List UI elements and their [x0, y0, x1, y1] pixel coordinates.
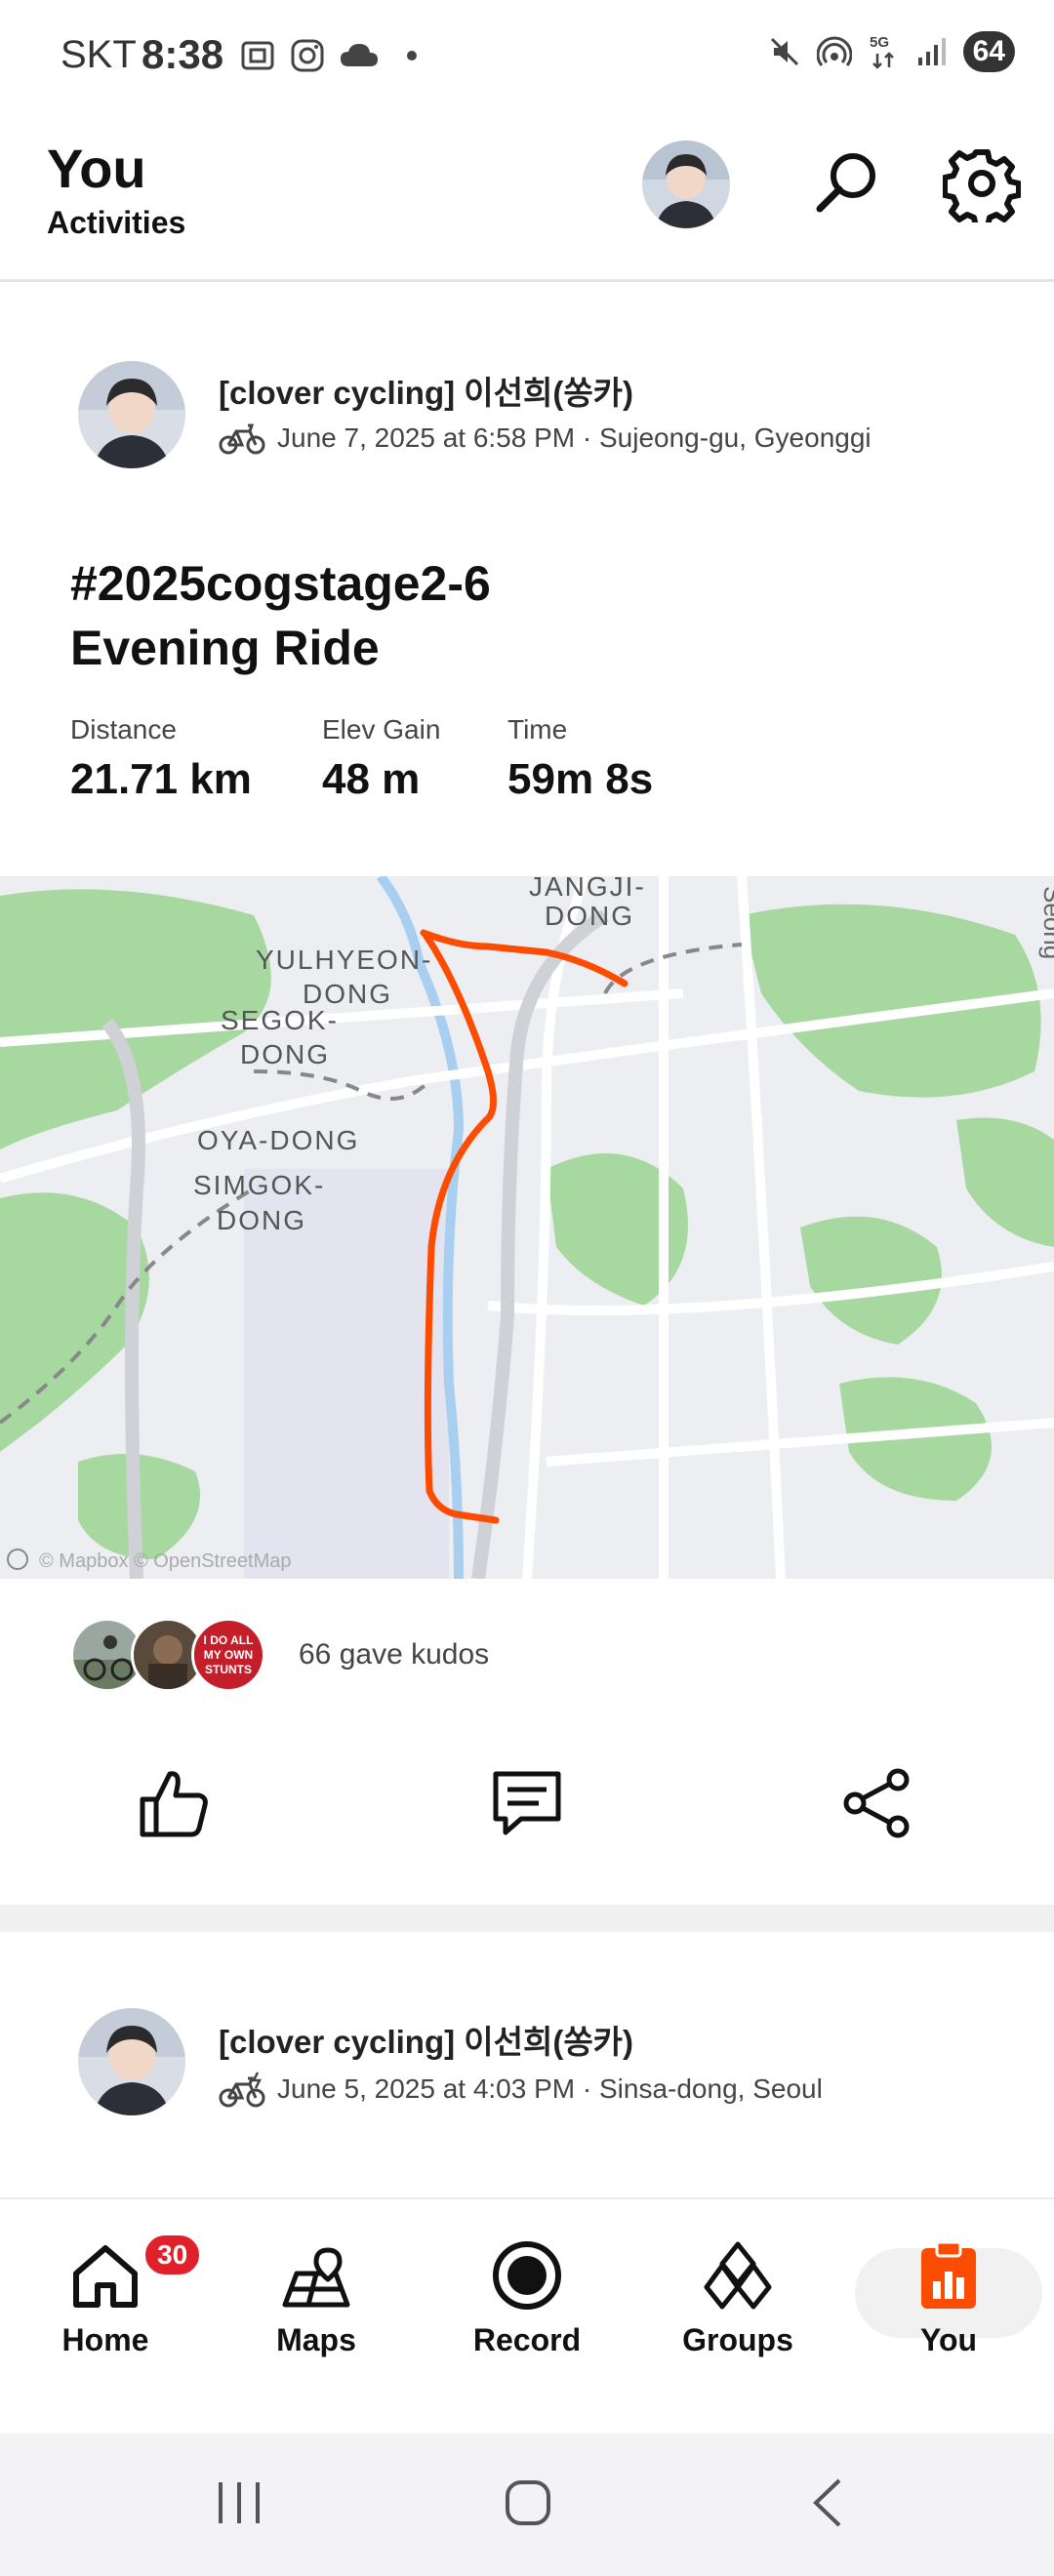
- status-notifications: [239, 37, 417, 74]
- nav-label: You: [919, 2322, 978, 2357]
- activity-meta: June 7, 2025 at 6:58 PM · Sujeong-gu, Gy…: [219, 422, 872, 455]
- ebike-icon: [219, 2072, 265, 2108]
- stat-time: Time 59m 8s: [507, 714, 653, 804]
- kudos-row[interactable]: I DO ALL MY OWN STUNTS 66 gave kudos: [70, 1618, 489, 1692]
- map-label-jangji-dong: DONG: [545, 901, 634, 931]
- map-label-segok-dong: DONG: [240, 1039, 330, 1069]
- home-icon: 30: [66, 2233, 203, 2314]
- activity-meta: June 5, 2025 at 4:03 PM · Sinsa-dong, Se…: [219, 2071, 823, 2108]
- recent-apps-icon[interactable]: [215, 2473, 264, 2536]
- you-icon: [910, 2236, 988, 2314]
- page-subtitle[interactable]: Activities: [47, 205, 185, 241]
- stat-label: Distance: [70, 714, 177, 745]
- map-attribution[interactable]: © Mapbox © OpenStreetMap: [7, 1549, 292, 1572]
- bike-icon: [219, 423, 265, 455]
- search-icon[interactable]: [806, 144, 884, 222]
- mute-icon: [770, 37, 798, 66]
- nav-home[interactable]: 30 Home: [18, 2233, 203, 2358]
- stat-label: Time: [507, 714, 568, 745]
- nav-label: Home: [61, 2322, 149, 2357]
- nav-you[interactable]: You: [861, 2236, 1036, 2358]
- map-label-yulhyeon: YULHYEON-: [256, 945, 432, 975]
- share-icon[interactable]: [837, 1764, 915, 1842]
- stat-value: 21.71 km: [70, 755, 252, 803]
- athlete-name[interactable]: [clover cycling] 이선희(쏭카): [219, 2016, 633, 2063]
- comment-icon[interactable]: [488, 1764, 566, 1842]
- svg-text:STUNTS: STUNTS: [205, 1663, 252, 1676]
- activity-title-line2: Evening Ride: [70, 621, 380, 675]
- stat-elev-gain: Elev Gain 48 m: [322, 714, 440, 804]
- profile-avatar[interactable]: [642, 141, 730, 228]
- cloud-icon: [341, 44, 378, 66]
- nav-record[interactable]: Record: [439, 2236, 615, 2358]
- page-title: You: [47, 138, 146, 199]
- nav-groups[interactable]: Groups: [650, 2236, 826, 2358]
- athlete-name[interactable]: [clover cycling] 이선희(쏭카): [219, 367, 633, 414]
- kudos-thumb-icon[interactable]: [135, 1764, 213, 1842]
- hotspot-icon: [816, 36, 852, 66]
- clock: 8:38: [142, 31, 224, 77]
- home-button-icon[interactable]: [500, 2473, 558, 2536]
- athlete-avatar[interactable]: [78, 361, 185, 468]
- activity-date-location: June 7, 2025 at 6:58 PM · Sujeong-gu, Gy…: [277, 423, 872, 453]
- map-label-simgok: SIMGOK-: [193, 1170, 325, 1200]
- svg-text:I DO ALL: I DO ALL: [204, 1633, 254, 1647]
- settings-gear-icon[interactable]: [942, 144, 1022, 229]
- stat-value: 48 m: [322, 755, 421, 803]
- record-icon: [488, 2236, 566, 2314]
- carrier-label: SKT: [61, 33, 137, 76]
- status-system-icons: 5G 64: [768, 31, 1015, 72]
- more-notifications-dot: [407, 51, 417, 60]
- svg-text:MY OWN: MY OWN: [204, 1648, 253, 1662]
- map-label-oya-dong: OYA-DONG: [197, 1125, 359, 1155]
- svg-text:5G: 5G: [870, 34, 889, 51]
- route-map[interactable]: JANGJI- DONG YULHYEON- DONG SEGOK- DONG …: [0, 876, 1054, 1579]
- stat-distance: Distance 21.71 km: [70, 714, 252, 804]
- nav-maps[interactable]: Maps: [228, 2236, 404, 2358]
- map-label-seong: Seong: [1038, 886, 1054, 959]
- maps-icon: [277, 2236, 355, 2314]
- system-navigation-bar: [0, 2434, 1054, 2576]
- nav-label: Groups: [682, 2322, 793, 2357]
- map-label-simgok-dong: DONG: [217, 1205, 306, 1235]
- kudo-avatar: I DO ALL MY OWN STUNTS: [191, 1618, 265, 1692]
- instagram-icon: [291, 39, 324, 72]
- groups-icon: [699, 2236, 777, 2314]
- status-bar: SKT 8:38 5G 64: [0, 0, 1054, 112]
- svg-text:© Mapbox © OpenStreetMap: © Mapbox © OpenStreetMap: [39, 1550, 292, 1572]
- 5g-icon: 5G: [870, 34, 894, 69]
- feed-separator: [0, 1905, 1054, 1932]
- back-icon[interactable]: [800, 2473, 859, 2536]
- notification-badge: 30: [142, 2233, 203, 2277]
- map-label-segok: SEGOK-: [221, 1005, 339, 1035]
- athlete-avatar[interactable]: [78, 2008, 185, 2115]
- map-label-jangji: JANGJI-: [529, 876, 646, 902]
- stat-label: Elev Gain: [322, 714, 441, 745]
- activity-date-location: June 5, 2025 at 4:03 PM · Sinsa-dong, Se…: [277, 2073, 823, 2104]
- activity-title[interactable]: #2025cogstage2-6 Evening Ride: [70, 551, 949, 680]
- signal-icon: [917, 38, 946, 65]
- kudos-count: 66 gave kudos: [299, 1638, 490, 1670]
- nav-label: Maps: [276, 2322, 356, 2357]
- activity-title-line1: #2025cogstage2-6: [70, 556, 491, 611]
- battery-indicator: 64: [962, 31, 1015, 72]
- screenshot-icon: [241, 41, 274, 70]
- stat-value: 59m 8s: [507, 755, 654, 803]
- nav-label: Record: [472, 2322, 582, 2357]
- header-divider: [0, 279, 1054, 282]
